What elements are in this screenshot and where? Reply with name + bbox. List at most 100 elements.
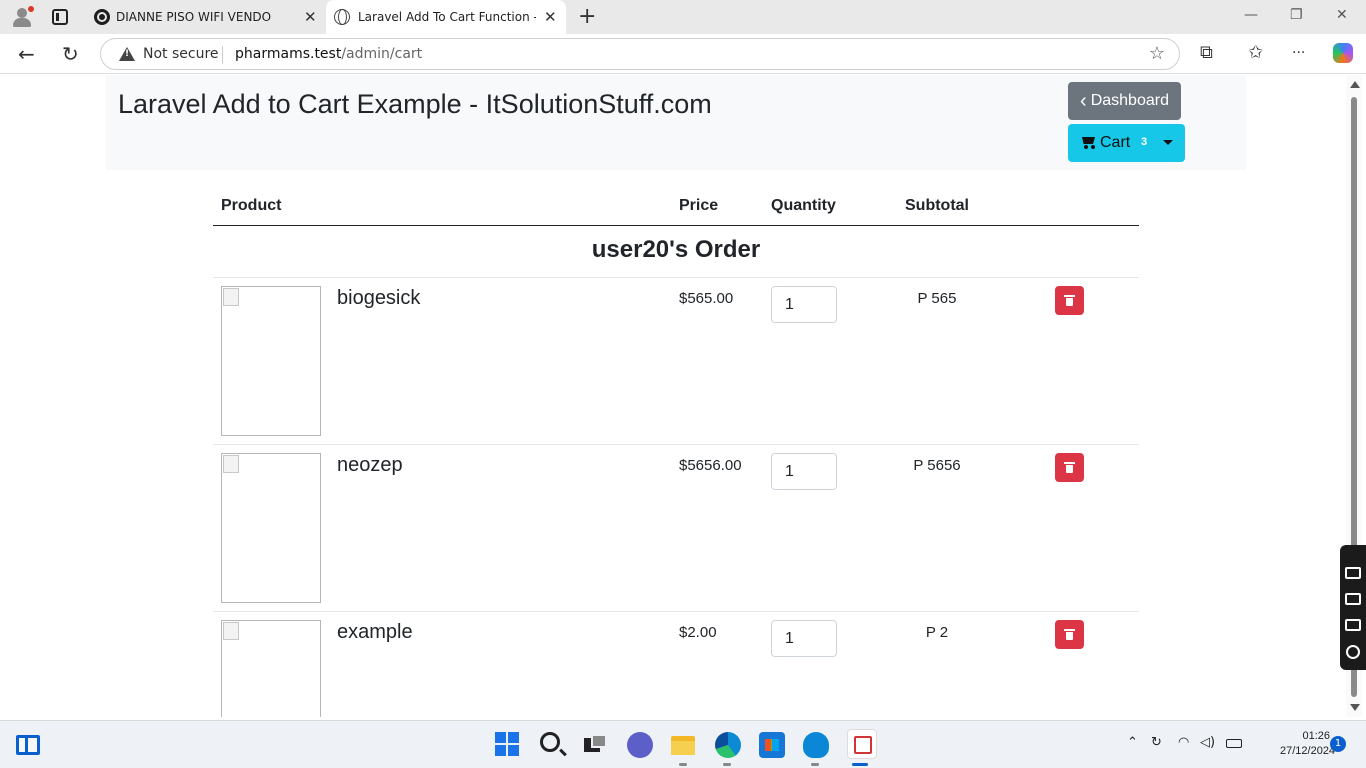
page-viewport: Laravel Add to Cart Example - ItSolution… xyxy=(4,75,1340,717)
date: 27/12/2024 xyxy=(1280,745,1336,757)
tab-actions-icon[interactable] xyxy=(52,9,68,25)
column-header-price: Price xyxy=(671,185,763,226)
running-indicator xyxy=(679,763,687,766)
remove-item-button[interactable] xyxy=(1055,620,1084,649)
reload-button[interactable]: ↻ xyxy=(62,42,79,66)
cart-count-badge: 3 xyxy=(1141,136,1148,148)
tab-dianne-piso[interactable]: DIANNE PISO WIFI VENDO ✕ xyxy=(84,0,324,34)
product-name: example xyxy=(337,621,413,643)
store-icon[interactable] xyxy=(759,732,785,758)
caret-down-icon xyxy=(1163,140,1173,145)
clock[interactable]: 01:26 27/12/2024 xyxy=(1280,729,1336,759)
url-text[interactable]: pharmams.test/admin/cart xyxy=(235,46,422,62)
close-tab-icon[interactable]: ✕ xyxy=(544,8,557,26)
back-button[interactable]: ← xyxy=(18,42,35,66)
column-header-quantity: Quantity xyxy=(763,185,887,226)
sync-icon[interactable]: ↻ xyxy=(1151,735,1162,750)
product-image xyxy=(221,620,321,717)
trash-icon xyxy=(1064,295,1075,306)
scroll-up-arrow-icon[interactable] xyxy=(1350,81,1360,88)
page-title: Laravel Add to Cart Example - ItSolution… xyxy=(118,89,712,119)
settings-icon[interactable] xyxy=(1346,645,1360,659)
tab-laravel-cart[interactable]: Laravel Add To Cart Function - ItS ✕ xyxy=(326,0,566,34)
gear-icon xyxy=(94,9,110,25)
product-subtotal: P 565 xyxy=(917,290,957,307)
trash-icon xyxy=(1064,629,1075,640)
running-indicator xyxy=(723,763,731,766)
windows-taskbar: ⌃ ↻ ◠ ◁) 01:26 27/12/2024 1 xyxy=(0,720,1366,768)
cart-dropdown-button[interactable]: Cart 3 xyxy=(1068,124,1185,162)
task-view-icon[interactable] xyxy=(584,732,610,758)
quantity-input[interactable]: 1 xyxy=(771,286,837,323)
profile-avatar-icon[interactable] xyxy=(10,6,34,28)
edge-browser-icon[interactable] xyxy=(715,732,741,758)
chevron-up-icon[interactable]: ⌃ xyxy=(1127,735,1138,750)
quantity-input[interactable]: 1 xyxy=(771,453,837,490)
scroll-down-arrow-icon[interactable] xyxy=(1350,704,1360,711)
new-tab-button[interactable]: + xyxy=(578,4,596,29)
notification-badge[interactable]: 1 xyxy=(1330,736,1346,752)
wifi-icon[interactable]: ◠ xyxy=(1178,735,1189,750)
remove-item-button[interactable] xyxy=(1055,453,1084,482)
chevron-left-icon: ‹ xyxy=(1080,90,1087,112)
dashboard-button[interactable]: ‹ Dashboard xyxy=(1068,82,1181,120)
product-image xyxy=(221,453,321,603)
globe-icon xyxy=(334,9,350,25)
remove-item-button[interactable] xyxy=(1055,286,1084,315)
product-price: $2.00 xyxy=(679,624,717,641)
time: 01:26 xyxy=(1302,730,1330,742)
close-tab-icon[interactable]: ✕ xyxy=(304,8,317,26)
tab-title: Laravel Add To Cart Function - ItS xyxy=(358,10,536,24)
close-window-button[interactable]: ✕ xyxy=(1336,7,1348,23)
capture-toolbar xyxy=(1340,545,1366,670)
product-price: $565.00 xyxy=(679,290,734,307)
favorite-star-icon[interactable]: ☆ xyxy=(1149,43,1165,64)
chat-app-icon[interactable] xyxy=(627,732,653,758)
search-icon[interactable] xyxy=(540,732,560,752)
address-bar[interactable]: Not secure pharmams.test/admin/cart ☆ xyxy=(100,38,1180,70)
table-row: biogesick $565.00 1 P 565 xyxy=(213,277,1139,445)
favorites-icon[interactable]: ✩ xyxy=(1248,42,1263,63)
cart-table: Product Price Quantity Subtotal user20's… xyxy=(213,185,1139,717)
restore-button[interactable]: ❐ xyxy=(1290,7,1303,23)
order-title: user20's Order xyxy=(213,225,1139,278)
widgets-icon[interactable] xyxy=(16,735,40,755)
order-title-row: user20's Order xyxy=(213,225,1139,278)
minimize-button[interactable]: — xyxy=(1244,7,1258,23)
copilot-icon[interactable] xyxy=(1333,43,1353,63)
product-subtotal: P 5656 xyxy=(913,457,961,474)
product-image xyxy=(221,286,321,436)
security-label[interactable]: Not secure xyxy=(143,46,219,62)
video-icon[interactable] xyxy=(1345,593,1361,605)
browser-tabstrip: DIANNE PISO WIFI VENDO ✕ Laravel Add To … xyxy=(0,0,1366,34)
more-menu-icon[interactable]: ··· xyxy=(1292,45,1305,61)
product-subtotal: P 2 xyxy=(925,624,949,641)
table-row: example $2.00 1 P 2 xyxy=(213,611,1139,717)
trash-icon xyxy=(1064,462,1075,473)
quantity-input[interactable]: 1 xyxy=(771,620,837,657)
product-name: neozep xyxy=(337,454,403,476)
dashboard-label: Dashboard xyxy=(1090,92,1169,109)
warning-icon[interactable] xyxy=(119,47,135,61)
column-header-actions xyxy=(987,185,1139,226)
column-header-product: Product xyxy=(213,185,671,226)
running-indicator xyxy=(811,763,819,766)
page-header: Laravel Add to Cart Example - ItSolution… xyxy=(106,75,1246,170)
column-header-subtotal: Subtotal xyxy=(887,185,987,226)
shopping-cart-icon xyxy=(1080,135,1096,149)
volume-icon[interactable]: ◁) xyxy=(1200,735,1215,750)
table-row: neozep $5656.00 1 P 5656 xyxy=(213,444,1139,612)
active-indicator xyxy=(852,763,868,766)
app-icon[interactable] xyxy=(803,732,829,758)
battery-icon[interactable] xyxy=(1226,739,1242,748)
camera-icon[interactable] xyxy=(1345,567,1361,579)
start-button-icon[interactable] xyxy=(495,732,519,756)
file-explorer-icon[interactable] xyxy=(671,732,697,758)
window-capture-icon[interactable] xyxy=(1345,619,1361,631)
extensions-icon[interactable]: ⧉ xyxy=(1200,42,1213,63)
product-price: $5656.00 xyxy=(679,457,742,474)
divider xyxy=(222,46,223,64)
snipping-tool-icon[interactable] xyxy=(847,729,877,759)
table-header-row: Product Price Quantity Subtotal xyxy=(213,185,1139,226)
tab-title: DIANNE PISO WIFI VENDO xyxy=(116,10,272,24)
